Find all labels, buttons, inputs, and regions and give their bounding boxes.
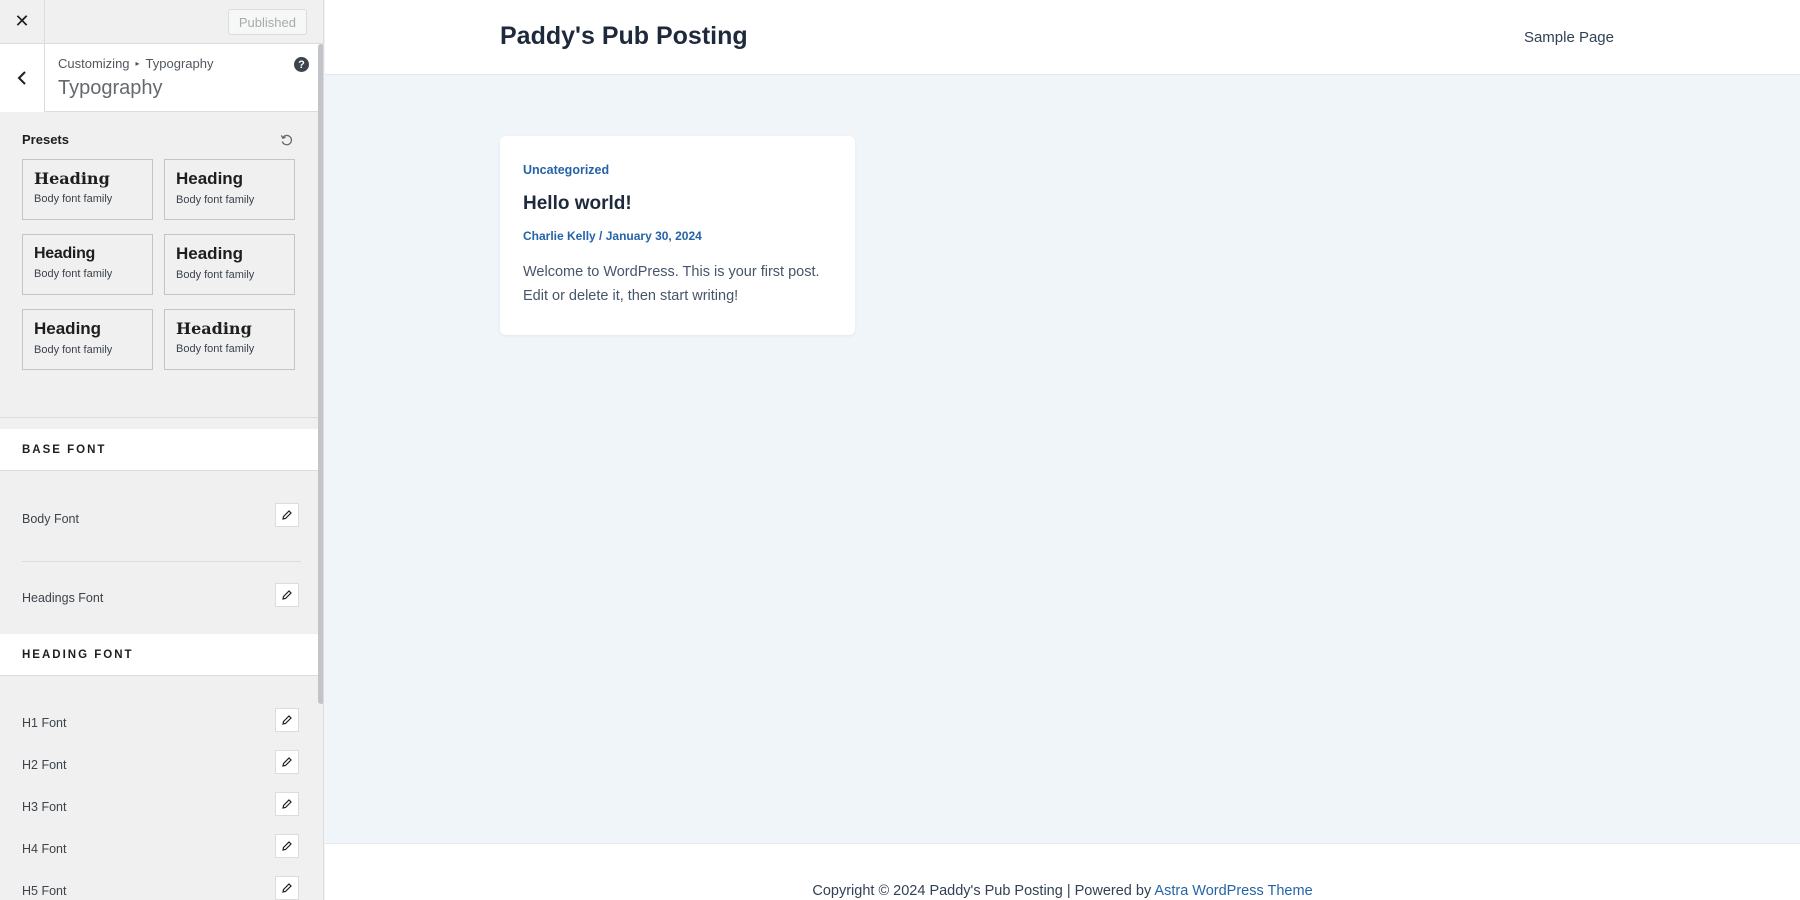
breadcrumb: Customizing ▸ Typography bbox=[58, 56, 213, 71]
post-category-link[interactable]: Uncategorized bbox=[523, 163, 832, 177]
site-title[interactable]: Paddy's Pub Posting bbox=[500, 22, 748, 51]
preset-option-6[interactable]: Heading Body font family bbox=[164, 309, 295, 370]
site-footer: Copyright © 2024 Paddy's Pub Posting | P… bbox=[325, 843, 1800, 900]
h1-font-label: H1 Font bbox=[22, 716, 67, 730]
preset-heading: Heading bbox=[176, 169, 244, 188]
preset-option-4[interactable]: Heading Body font family bbox=[164, 234, 295, 295]
close-icon: ✕ bbox=[14, 11, 30, 31]
headings-font-label: Headings Font bbox=[22, 591, 104, 605]
customizer-sidebar: ✕ Published Customizing ▸ Typography Typ… bbox=[0, 0, 324, 900]
preset-body: Body font family bbox=[34, 267, 113, 280]
preset-heading: Heading bbox=[34, 245, 96, 262]
post-author-link[interactable]: Charlie Kelly bbox=[523, 229, 596, 243]
preset-body: Body font family bbox=[176, 268, 255, 281]
preset-body: Body font family bbox=[34, 192, 113, 205]
post-meta: Charlie Kelly / January 30, 2024 bbox=[523, 229, 832, 243]
pencil-icon bbox=[282, 799, 292, 809]
h1-font-edit-button[interactable] bbox=[275, 708, 299, 732]
section-header: Customizing ▸ Typography Typography ? bbox=[0, 44, 323, 112]
preset-body: Body font family bbox=[34, 343, 113, 356]
preset-heading: Heading bbox=[34, 319, 102, 338]
body-font-label: Body Font bbox=[22, 512, 79, 526]
pencil-icon bbox=[282, 590, 292, 600]
site-header: Paddy's Pub Posting Sample Page bbox=[325, 0, 1800, 75]
post-card: Uncategorized Hello world! Charlie Kelly… bbox=[500, 136, 855, 335]
headings-font-row: Headings Font bbox=[0, 562, 323, 634]
pencil-icon bbox=[282, 883, 292, 893]
customizer-topbar: ✕ Published bbox=[0, 0, 323, 44]
h5-font-edit-button[interactable] bbox=[275, 876, 299, 900]
site-preview: Paddy's Pub Posting Sample Page Uncatego… bbox=[325, 0, 1800, 900]
preset-option-5[interactable]: Heading Body font family bbox=[22, 309, 153, 370]
reset-icon[interactable] bbox=[280, 134, 293, 147]
presets-section: Presets Heading Body font family Heading… bbox=[0, 112, 323, 418]
h4-font-row: H4 Font bbox=[0, 828, 323, 870]
footer-copyright: Copyright © 2024 Paddy's Pub Posting | P… bbox=[812, 883, 1155, 899]
help-icon[interactable]: ? bbox=[294, 57, 309, 72]
h3-font-row: H3 Font bbox=[0, 786, 323, 828]
preset-heading: Heading bbox=[176, 244, 244, 263]
body-font-row: Body Font bbox=[0, 471, 323, 561]
body-font-edit-button[interactable] bbox=[275, 503, 299, 527]
publish-button[interactable]: Published bbox=[227, 9, 307, 35]
preset-body: Body font family bbox=[176, 193, 255, 206]
post-date-link[interactable]: January 30, 2024 bbox=[606, 229, 702, 243]
post-meta-separator: / bbox=[595, 229, 606, 243]
base-font-group-title: BASE FONT bbox=[0, 429, 323, 471]
sidebar-scrollbar[interactable] bbox=[318, 44, 323, 704]
pencil-icon bbox=[282, 757, 292, 767]
preset-option-3[interactable]: Heading Body font family bbox=[22, 234, 153, 295]
back-button[interactable] bbox=[0, 44, 45, 112]
h1-font-row: H1 Font bbox=[0, 702, 323, 744]
h4-font-edit-button[interactable] bbox=[275, 834, 299, 858]
breadcrumb-root: Customizing bbox=[58, 56, 130, 71]
pencil-icon bbox=[282, 715, 292, 725]
chevron-left-icon bbox=[17, 71, 26, 85]
preset-heading: Heading bbox=[34, 169, 110, 188]
h5-font-label: H5 Font bbox=[22, 884, 67, 898]
breadcrumb-separator-icon: ▸ bbox=[135, 59, 140, 68]
section-title: Typography bbox=[58, 77, 163, 99]
preset-option-2[interactable]: Heading Body font family bbox=[164, 159, 295, 220]
footer-theme-link[interactable]: Astra WordPress Theme bbox=[1154, 883, 1312, 899]
pencil-icon bbox=[282, 510, 292, 520]
h4-font-label: H4 Font bbox=[22, 842, 67, 856]
headings-font-edit-button[interactable] bbox=[275, 583, 299, 607]
breadcrumb-current: Typography bbox=[145, 56, 214, 71]
pencil-icon bbox=[282, 841, 292, 851]
preset-option-1[interactable]: Heading Body font family bbox=[22, 159, 153, 220]
nav-item-sample-page[interactable]: Sample Page bbox=[1524, 29, 1614, 46]
h3-font-edit-button[interactable] bbox=[275, 792, 299, 816]
preset-body: Body font family bbox=[176, 342, 255, 355]
close-customizer-button[interactable]: ✕ bbox=[0, 0, 45, 44]
preset-heading: Heading bbox=[176, 319, 252, 338]
h3-font-label: H3 Font bbox=[22, 800, 67, 814]
h2-font-row: H2 Font bbox=[0, 744, 323, 786]
h5-font-row: H5 Font bbox=[0, 870, 323, 900]
post-title[interactable]: Hello world! bbox=[523, 193, 832, 215]
h2-font-edit-button[interactable] bbox=[275, 750, 299, 774]
presets-label: Presets bbox=[22, 132, 69, 147]
h2-font-label: H2 Font bbox=[22, 758, 67, 772]
post-excerpt: Welcome to WordPress. This is your first… bbox=[523, 264, 820, 304]
preset-grid: Heading Body font family Heading Body fo… bbox=[22, 159, 301, 370]
heading-font-group-title: HEADING FONT bbox=[0, 634, 323, 676]
